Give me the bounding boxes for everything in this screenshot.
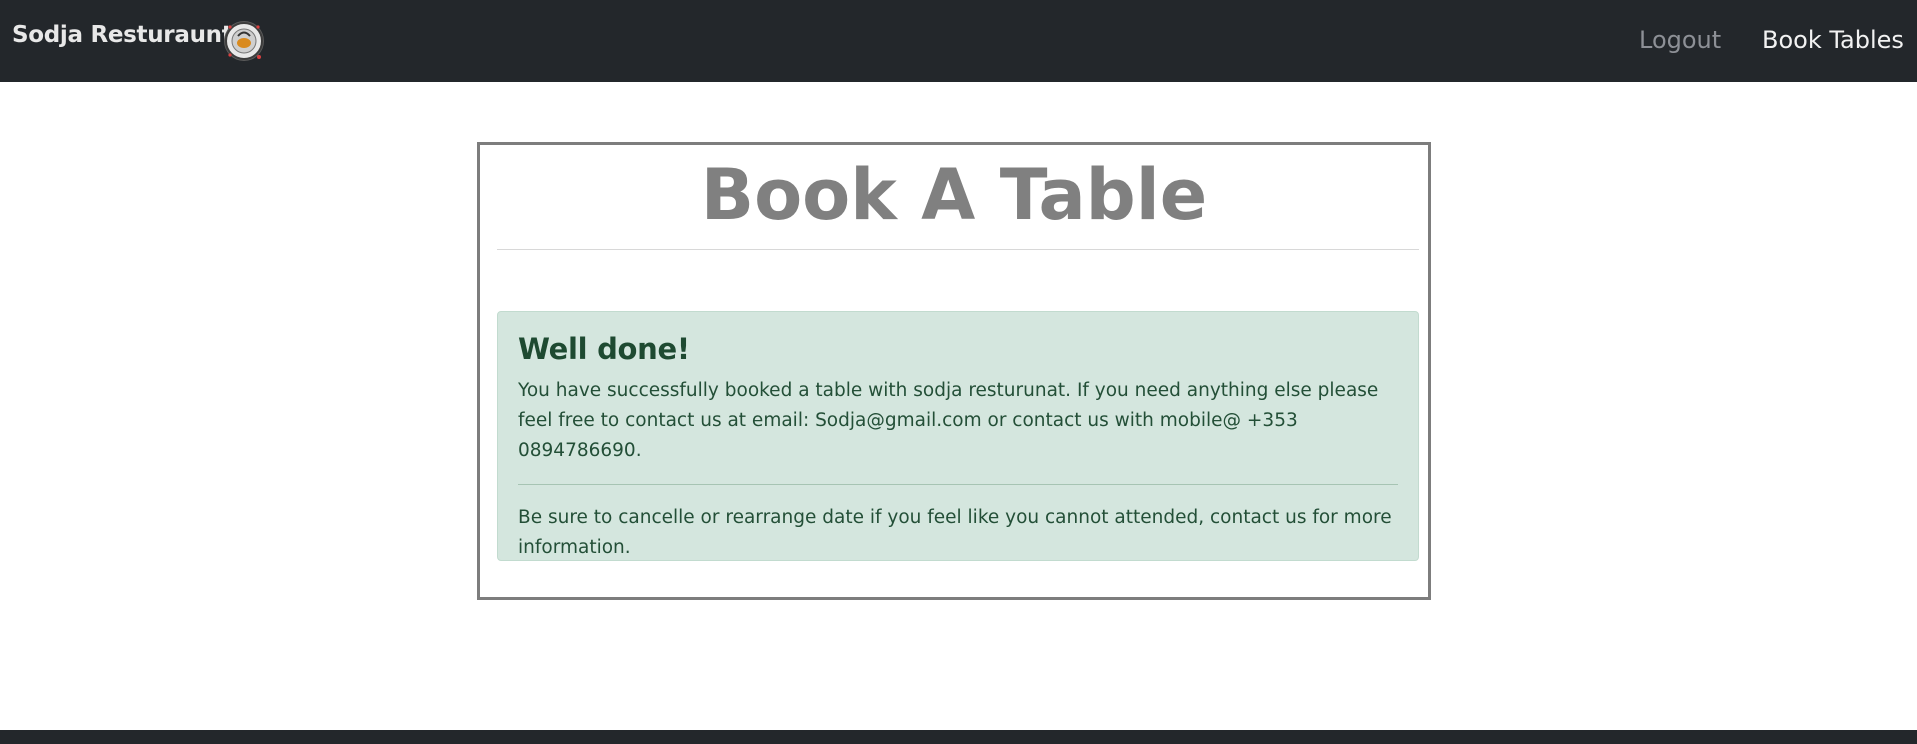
page-footer <box>0 730 1917 744</box>
top-navbar: Sodja Resturaunt Logout Book Tables <box>0 0 1917 82</box>
alert-heading: Well done! <box>518 332 690 366</box>
brand-name[interactable]: Sodja Resturaunt <box>12 22 233 48</box>
title-divider <box>497 249 1419 250</box>
alert-note: Be sure to cancelle or rearrange date if… <box>518 507 1392 558</box>
success-alert: Well done! You have successfully booked … <box>497 311 1419 561</box>
alert-message: You have successfully booked a table wit… <box>518 380 1379 461</box>
restaurant-plate-logo[interactable] <box>217 19 271 63</box>
page-title: Book A Table <box>700 154 1208 236</box>
alert-divider <box>518 484 1398 485</box>
logout-link[interactable]: Logout <box>1639 26 1721 54</box>
booking-card: Book A Table Well done! You have success… <box>477 142 1431 600</box>
book-tables-link[interactable]: Book Tables <box>1762 26 1904 54</box>
